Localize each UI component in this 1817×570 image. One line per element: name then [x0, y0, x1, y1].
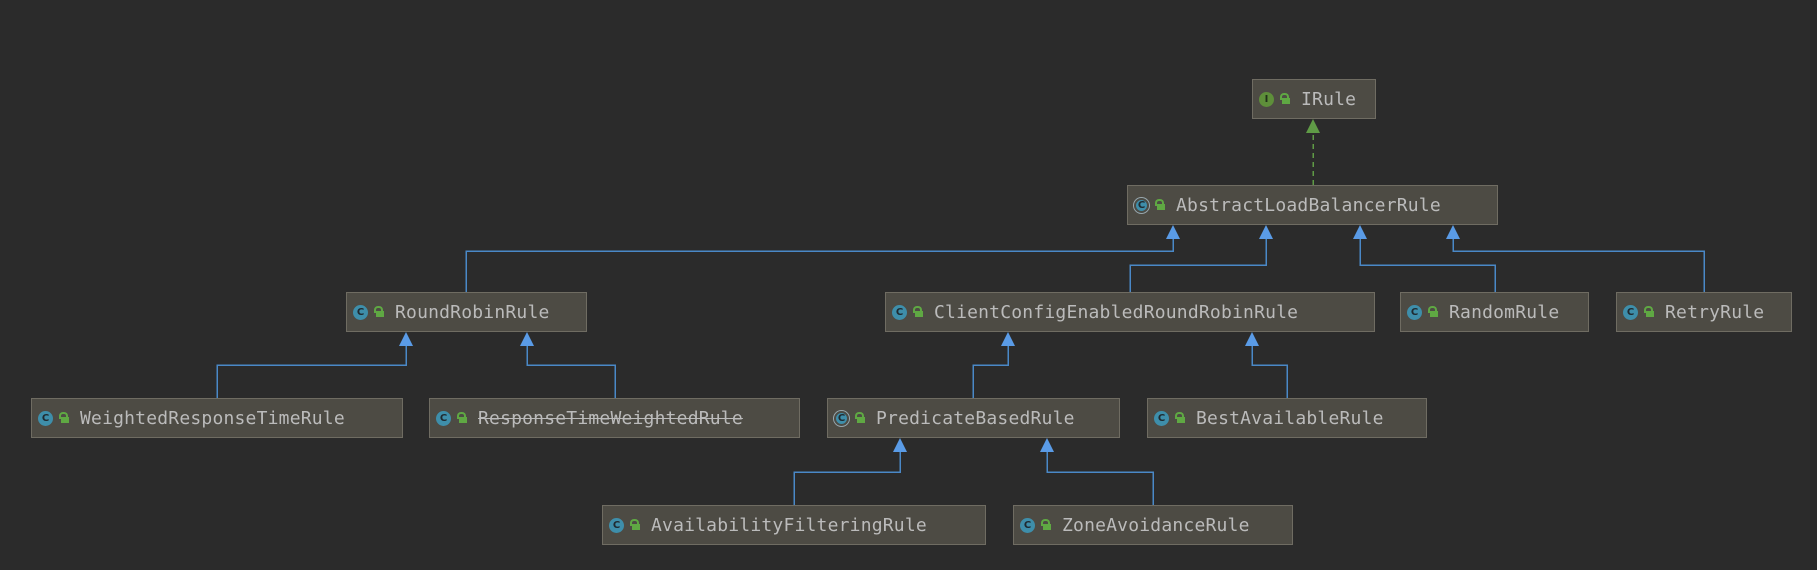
node-label: ClientConfigEnabledRoundRobinRule	[934, 301, 1299, 323]
class-icon: C	[1020, 517, 1035, 533]
inheritance-edges	[216, 119, 1705, 505]
edge-predicate-to-clientconfig	[972, 332, 1015, 398]
node-abstract-load-balancer-rule[interactable]: C AbstractLoadBalancerRule	[1127, 185, 1498, 225]
extends-arrowhead	[893, 438, 907, 452]
node-label: RetryRule	[1665, 301, 1765, 323]
edge-line	[465, 238, 1174, 292]
class-icon: C	[1154, 410, 1169, 426]
class-icon: C	[892, 304, 907, 320]
edge-responsetime-to-roundrobin	[520, 332, 616, 398]
edge-weightedresponse-to-roundrobin	[216, 332, 413, 398]
edge-roundrobin-to-abstract	[465, 225, 1180, 292]
node-response-time-weighted-rule[interactable]: C ResponseTimeWeightedRule	[429, 398, 800, 438]
class-icon: C	[1407, 304, 1422, 320]
extends-arrowhead	[399, 332, 413, 346]
extends-arrowhead	[1259, 225, 1273, 239]
class-icon: C	[1623, 304, 1638, 320]
edge-clientconfig-to-abstract	[1129, 225, 1273, 292]
class-icon: C	[609, 517, 624, 533]
public-lock-icon	[1279, 93, 1291, 105]
extends-arrowhead	[1166, 225, 1180, 239]
node-availability-filtering-rule[interactable]: C AvailabilityFilteringRule	[602, 505, 986, 545]
edge-line	[1359, 238, 1496, 292]
node-irule[interactable]: I IRule	[1252, 79, 1376, 119]
interface-icon: I	[1259, 91, 1274, 107]
extends-arrowhead	[520, 332, 534, 346]
edge-line	[793, 451, 901, 505]
implements-arrowhead	[1306, 119, 1320, 133]
public-lock-icon	[58, 412, 70, 424]
edge-line	[972, 345, 1009, 398]
edge-line	[1129, 238, 1267, 292]
public-lock-icon	[1154, 199, 1166, 211]
extends-arrowhead	[1446, 225, 1460, 239]
extends-arrowhead	[1040, 438, 1054, 452]
class-icon: C	[353, 304, 368, 320]
public-lock-icon	[912, 306, 924, 318]
edge-zoneavoidance-to-predicate	[1040, 438, 1154, 505]
node-best-available-rule[interactable]: C BestAvailableRule	[1147, 398, 1427, 438]
edge-retry-to-abstract	[1446, 225, 1705, 292]
public-lock-icon	[1427, 306, 1439, 318]
edge-availability-to-predicate	[793, 438, 907, 505]
node-label: IRule	[1301, 88, 1357, 110]
edge-random-to-abstract	[1353, 225, 1496, 292]
node-label: ZoneAvoidanceRule	[1062, 514, 1250, 536]
edge-bestavailable-to-clientconfig	[1245, 332, 1288, 398]
uml-class-diagram: I IRule C AbstractLoadBalancerRule C Rou…	[0, 0, 1817, 570]
abstract-class-icon: C	[834, 410, 849, 426]
abstract-class-icon: C	[1134, 197, 1149, 213]
public-lock-icon	[629, 519, 641, 531]
public-lock-icon	[1040, 519, 1052, 531]
node-label: AbstractLoadBalancerRule	[1176, 194, 1441, 216]
public-lock-icon	[1643, 306, 1655, 318]
edge-line	[216, 345, 407, 398]
public-lock-icon	[373, 306, 385, 318]
public-lock-icon	[1174, 412, 1186, 424]
node-label: RandomRule	[1449, 301, 1560, 323]
edge-abstract-to-irule	[1306, 119, 1320, 185]
extends-arrowhead	[1001, 332, 1015, 346]
extends-arrowhead	[1245, 332, 1259, 346]
node-random-rule[interactable]: C RandomRule	[1400, 292, 1589, 332]
extends-arrowhead	[1353, 225, 1367, 239]
edge-line	[1046, 451, 1154, 505]
node-label: ResponseTimeWeightedRule	[478, 407, 743, 429]
node-round-robin-rule[interactable]: C RoundRobinRule	[346, 292, 587, 332]
class-icon: C	[436, 410, 451, 426]
node-label: WeightedResponseTimeRule	[80, 407, 345, 429]
class-icon: C	[38, 410, 53, 426]
node-predicate-based-rule[interactable]: C PredicateBasedRule	[827, 398, 1120, 438]
node-retry-rule[interactable]: C RetryRule	[1616, 292, 1792, 332]
edge-line	[1251, 345, 1288, 398]
node-zone-avoidance-rule[interactable]: C ZoneAvoidanceRule	[1013, 505, 1293, 545]
node-client-config-enabled-round-robin-rule[interactable]: C ClientConfigEnabledRoundRobinRule	[885, 292, 1375, 332]
node-label: RoundRobinRule	[395, 301, 550, 323]
edge-line	[526, 345, 616, 398]
public-lock-icon	[854, 412, 866, 424]
node-label: AvailabilityFilteringRule	[651, 514, 927, 536]
node-label: PredicateBasedRule	[876, 407, 1075, 429]
node-label: BestAvailableRule	[1196, 407, 1384, 429]
node-weighted-response-time-rule[interactable]: C WeightedResponseTimeRule	[31, 398, 403, 438]
public-lock-icon	[456, 412, 468, 424]
